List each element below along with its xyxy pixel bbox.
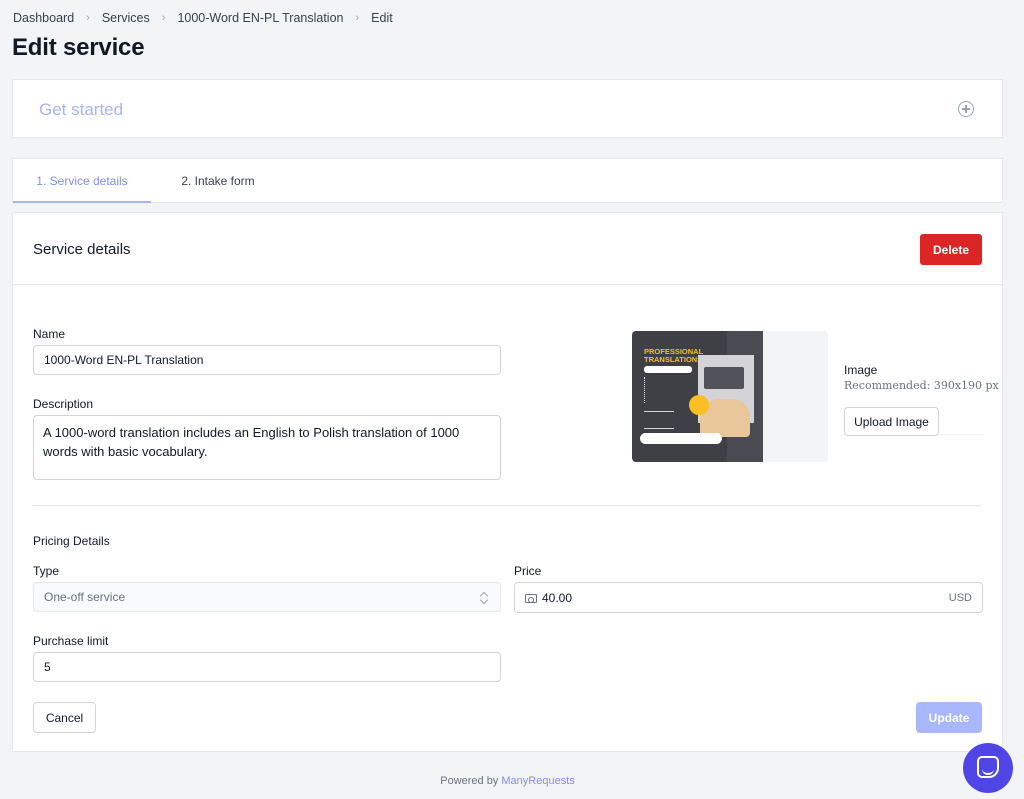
delete-button[interactable]: Delete bbox=[920, 234, 982, 265]
price-label: Price bbox=[514, 564, 542, 578]
type-select[interactable]: One-off service bbox=[33, 582, 501, 612]
currency-label: USD bbox=[948, 592, 972, 604]
chevron-right-icon: › bbox=[161, 12, 166, 24]
brand-link[interactable]: ManyRequests bbox=[501, 775, 574, 787]
breadcrumb-dashboard[interactable]: Dashboard bbox=[13, 11, 74, 25]
price-value: 40.00 bbox=[542, 590, 573, 605]
section-title: Service details bbox=[33, 241, 131, 258]
breadcrumb-edit: Edit bbox=[371, 11, 393, 25]
powered-by-text: Powered by bbox=[440, 775, 499, 787]
tab-intake-form[interactable]: 2. Intake form bbox=[163, 159, 273, 203]
type-value: One-off service bbox=[44, 590, 126, 604]
upload-wrapper: Upload Image bbox=[844, 407, 984, 436]
breadcrumb-service[interactable]: 1000-Word EN-PL Translation bbox=[177, 11, 343, 25]
image-label: Image bbox=[844, 363, 878, 377]
tab-bar: 1. Service details 2. Intake form bbox=[12, 158, 1003, 203]
cancel-button[interactable]: Cancel bbox=[33, 702, 96, 733]
upload-image-button[interactable]: Upload Image bbox=[844, 407, 939, 436]
service-thumbnail: PROFESSIONAL TRANSLATIONS bbox=[632, 331, 763, 462]
image-recommendation: Recommended: 390x190 px bbox=[844, 379, 999, 392]
arrow-icon bbox=[689, 395, 709, 415]
purchase-limit-label: Purchase limit bbox=[33, 634, 109, 648]
get-started-label: Get started bbox=[39, 100, 124, 119]
footer: Powered by ManyRequests bbox=[0, 775, 1015, 787]
name-label: Name bbox=[33, 327, 66, 341]
breadcrumb: Dashboard › Services › 1000-Word EN-PL T… bbox=[13, 11, 393, 25]
price-field[interactable]: 40.00 USD bbox=[514, 582, 983, 613]
breadcrumb-services[interactable]: Services bbox=[102, 11, 150, 25]
tab-service-details[interactable]: 1. Service details bbox=[13, 159, 151, 203]
chevron-right-icon: › bbox=[86, 12, 90, 24]
description-field[interactable]: A 1000-word translation includes an Engl… bbox=[33, 415, 501, 480]
chat-icon bbox=[977, 756, 999, 778]
section-divider bbox=[33, 505, 982, 506]
header-divider bbox=[13, 284, 1002, 285]
chevron-right-icon: › bbox=[355, 12, 360, 24]
name-field[interactable]: 1000-Word EN-PL Translation bbox=[33, 345, 501, 375]
chevron-updown-icon bbox=[480, 592, 488, 604]
page-title: Edit service bbox=[12, 34, 145, 61]
get-started-panel[interactable]: Get started bbox=[12, 79, 1003, 138]
type-label: Type bbox=[33, 564, 60, 578]
plus-circle-icon[interactable] bbox=[958, 101, 974, 117]
chat-launcher[interactable] bbox=[963, 743, 1013, 793]
image-preview: PROFESSIONAL TRANSLATIONS bbox=[632, 331, 828, 462]
purchase-limit-field[interactable]: 5 bbox=[33, 652, 501, 682]
cash-icon bbox=[525, 594, 537, 603]
update-button[interactable]: Update bbox=[916, 702, 982, 733]
pricing-details-label: Pricing Details bbox=[33, 534, 110, 548]
description-label: Description bbox=[33, 397, 94, 411]
service-details-card: Service details Delete Name 1000-Word EN… bbox=[12, 212, 1003, 752]
